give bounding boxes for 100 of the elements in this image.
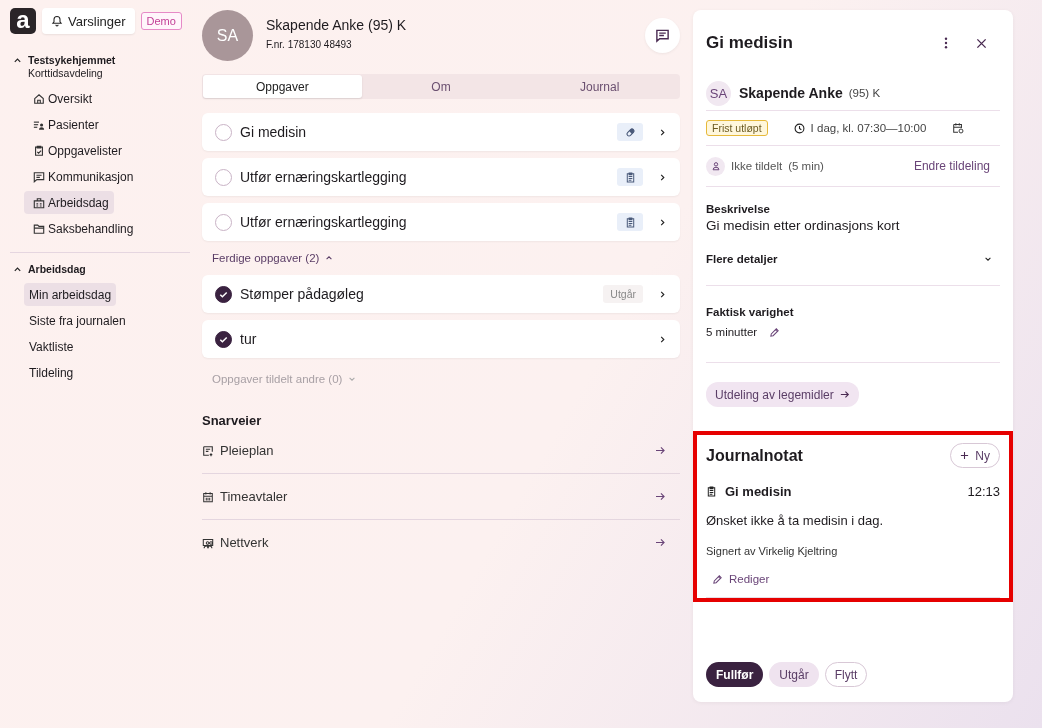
edit-button[interactable]: Rediger: [706, 569, 776, 589]
shortcut-link[interactable]: Timeavtaler: [202, 474, 680, 520]
deadline-tag: Frist utløpt: [706, 120, 768, 136]
note-title: Gi medisin: [725, 484, 793, 499]
sidebar-item[interactable]: Kommunikasjon: [24, 165, 139, 188]
patient-avatar: SA: [202, 10, 253, 61]
note-signature: Signert av Virkelig Kjeltring: [706, 545, 839, 557]
chevron-right-icon: [659, 217, 666, 227]
shortcut-link[interactable]: Nettverk: [202, 520, 680, 565]
task-checkbox[interactable]: [215, 285, 232, 303]
patient-name: Skapende Anke: [739, 85, 843, 101]
chevron-right-icon: [659, 127, 666, 137]
note-text: Ønsket ikke å ta medisin i dag.: [706, 513, 885, 528]
chat-icon: [655, 28, 670, 43]
description-text: Gi medisin etter ordinasjons kort: [706, 218, 901, 233]
chevron-icon: [348, 375, 357, 383]
logo[interactable]: a: [10, 8, 36, 34]
chevron-right-icon: [659, 334, 666, 344]
section-subtitle: Korttidsavdeling: [28, 67, 104, 79]
sidebar-item[interactable]: Siste fra journalen: [24, 309, 131, 332]
task-card[interactable]: Utfør ernæringskartlegging: [202, 158, 680, 196]
sidebar-item[interactable]: Arbeidsdag: [24, 191, 114, 214]
notifications-button[interactable]: Varslinger: [42, 8, 135, 34]
calendar-icon[interactable]: [952, 122, 965, 134]
new-note-button[interactable]: Ny: [950, 443, 1000, 468]
folder-icon: [33, 222, 45, 235]
task-title: Utfør ernæringskartlegging: [240, 169, 408, 185]
chevron-icon[interactable]: [13, 56, 22, 65]
plan-icon: [202, 444, 214, 457]
task-title: tur: [240, 331, 258, 347]
more-options-icon[interactable]: [944, 37, 948, 49]
tab[interactable]: Oppgaver: [203, 75, 362, 98]
assignee: Ikke tildelt: [731, 160, 783, 172]
journal-heading: Journalnotat: [706, 446, 803, 465]
chat-icon: [33, 170, 45, 183]
sidebar-item[interactable]: Saksbehandling: [24, 217, 139, 240]
sidebar-item[interactable]: Oversikt: [24, 87, 97, 110]
action-button[interactable]: Fullfør: [706, 662, 764, 687]
arrow-right-icon: [655, 446, 666, 455]
patient-info: (95) K: [848, 87, 881, 99]
task-title: Stømper pådagøleg: [240, 286, 365, 302]
actual-duration-value: 5 minutter: [706, 326, 758, 338]
task-checkbox[interactable]: [215, 330, 232, 348]
arrow-right-icon: [655, 492, 666, 501]
task-card[interactable]: Gi medisin: [202, 113, 680, 151]
chevron-right-icon: [659, 172, 666, 182]
section-title: Arbeidsdag: [28, 263, 86, 275]
more-details-toggle[interactable]: Flere detaljer: [706, 233, 1000, 285]
task-title: Gi medisin: [240, 124, 308, 140]
actual-duration-label: Faktisk varighet: [706, 306, 795, 318]
patient-id: F.nr. 178130 48493: [266, 39, 353, 50]
shortcuts-heading: Snarveier: [202, 413, 263, 428]
medication-dispensing-button[interactable]: Utdeling av legemidler: [706, 382, 859, 407]
section-title: Testsykehjemmet: [28, 54, 116, 66]
chevron-icon[interactable]: [13, 265, 22, 274]
bell-icon: [51, 15, 63, 27]
work-icon: [33, 196, 45, 209]
clipboard-icon: [33, 144, 45, 157]
task-card[interactable]: Utfør ernæringskartlegging: [202, 203, 680, 241]
tab[interactable]: Om: [361, 75, 521, 98]
pill-badge-icon: [617, 123, 643, 141]
sidebar-item[interactable]: Oppgavelister: [24, 139, 128, 162]
demo-badge: Demo: [140, 12, 182, 30]
note-time: 12:13: [967, 484, 1000, 499]
clipboard-badge-icon: [617, 213, 643, 231]
clock-icon: [793, 122, 805, 134]
estimated-duration: (5 min): [788, 160, 824, 172]
task-card[interactable]: Stømper pådagøleg Utgår: [202, 275, 680, 313]
sidebar-item[interactable]: Min arbeidsdag: [24, 283, 117, 306]
arrow-right-icon: [655, 538, 666, 547]
chevron-icon: [325, 254, 334, 262]
patient-name: Skapende Anke (95) K: [266, 17, 408, 33]
pencil-icon[interactable]: [769, 326, 781, 338]
description-label: Beskrivelse: [706, 203, 771, 215]
task-card[interactable]: tur: [202, 320, 680, 358]
home-icon: [33, 92, 45, 105]
completed-tasks-toggle[interactable]: Ferdige oppgaver (2): [202, 248, 344, 268]
task-title: Utfør ernæringskartlegging: [240, 214, 408, 230]
plus-icon: [960, 451, 970, 460]
action-button[interactable]: Flytt: [824, 662, 868, 687]
tab[interactable]: Journal: [520, 75, 679, 98]
message-button[interactable]: [645, 18, 680, 53]
time-window: I dag, kl. 07:30—10:00: [810, 122, 927, 134]
sidebar-item[interactable]: Vaktliste: [24, 335, 79, 358]
calendar-icon: [202, 490, 214, 503]
arrow-right-icon: [839, 390, 850, 399]
chevron-right-icon: [659, 289, 666, 299]
pencil-icon: [712, 573, 723, 585]
action-button[interactable]: Utgår: [769, 662, 819, 687]
change-assignment-link[interactable]: Endre tildeling: [913, 159, 990, 173]
person-icon: [710, 161, 721, 171]
close-icon[interactable]: [976, 37, 987, 49]
shortcut-link[interactable]: Pleieplan: [202, 428, 680, 474]
panel-title: Gi medisin: [706, 33, 794, 53]
sidebar-item[interactable]: Tildeling: [24, 361, 79, 384]
clipboard-badge-icon: [617, 168, 643, 186]
clipboard-icon: [706, 486, 717, 497]
status-tag: Utgår: [603, 285, 643, 303]
patient-avatar: SA: [706, 80, 731, 106]
sidebar-item[interactable]: Pasienter: [24, 113, 104, 136]
